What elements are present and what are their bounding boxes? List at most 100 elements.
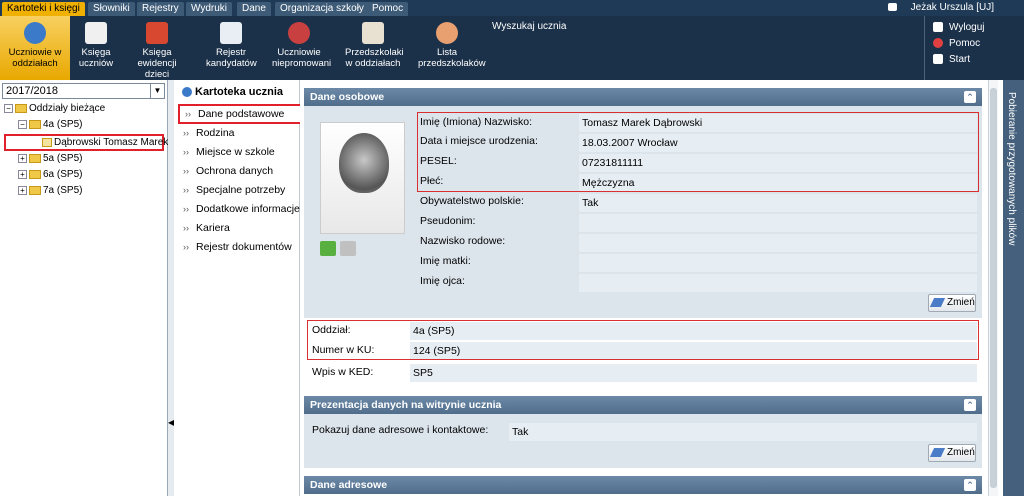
tree-class-5a[interactable]: +5a (SP5) (18, 152, 82, 166)
prezentacja-header: Prezentacja danych na witrynie ucznia ⌃ (304, 396, 982, 414)
student-down-icon (288, 22, 310, 44)
year-select[interactable]: 2017/2018 ▼ (2, 83, 165, 99)
ribbon-label: Przedszkolaki w oddziałach (345, 47, 404, 69)
chevron-down-icon[interactable]: ▼ (150, 84, 164, 98)
ribbon-lista-przedszkolakow[interactable]: Lista przedszkolaków (412, 16, 486, 80)
tree-class-6a[interactable]: +6a (SP5) (18, 168, 82, 182)
imie-matki-value (579, 254, 977, 272)
menu-tab-organizacja[interactable]: Organizacja szkoły (275, 2, 369, 16)
dane-osobowe-body: Imię (Imiona) Nazwisko: Tomasz Marek Dąb… (304, 106, 982, 390)
folder-open-icon (29, 119, 41, 129)
class-tree-panel: 2017/2018 ▼ − Oddziały bieżące −4a (SP5) D… (0, 80, 168, 496)
expand-icon[interactable]: + (18, 185, 27, 195)
tree-label: 4a (SP5) (43, 119, 83, 130)
search-student-label[interactable]: Wyszukaj ucznia (492, 21, 566, 32)
wpis-ked-value: SP5 (410, 364, 977, 382)
kartoteka-title-text: Kartoteka ucznia (195, 86, 284, 98)
ribbon-label: Księga ewidencji dzieci (137, 47, 177, 80)
wpis-ked-label: Wpis w KED: (312, 366, 374, 378)
ribbon-ksiega-ewidencji[interactable]: Księga ewidencji dzieci (122, 16, 192, 80)
tree-class-7a[interactable]: +7a (SP5) (18, 184, 82, 198)
imie-matki-label: Imię matki: (420, 255, 471, 267)
menu-tab-pomoc[interactable]: Pomoc (367, 2, 409, 16)
ribbon-label: Lista przedszkolaków (418, 47, 486, 69)
main-scrollbar[interactable] (988, 80, 998, 496)
tree-label: 5a (SP5) (43, 153, 83, 164)
edit-button[interactable]: Zmień (928, 294, 976, 312)
add-photo-icon[interactable] (320, 241, 336, 256)
menu-miejsce-w-szkole[interactable]: Miejsce w szkole (178, 143, 302, 161)
ribbon-uczniowie-niepromowani[interactable]: Uczniowie niepromowani (266, 16, 332, 80)
imie-ojca-value (579, 274, 977, 292)
files-sidebar[interactable]: Pobieranie przygotowanych plików (1003, 80, 1024, 496)
expand-icon[interactable]: + (18, 153, 27, 163)
start-label: Start (949, 54, 971, 65)
menu-rejestr-dokumentow[interactable]: Rejestr dokumentów (178, 238, 302, 256)
tree-class-4a[interactable]: − 4a (SP5) (18, 118, 82, 132)
menu-tab-slowniki[interactable]: Słowniki (88, 2, 135, 16)
tree-label: 7a (SP5) (43, 185, 83, 196)
panel-title: Prezentacja danych na witrynie ucznia (310, 399, 502, 411)
collapse-icon[interactable]: − (18, 119, 27, 129)
register-icon (220, 22, 242, 44)
collapse-icon[interactable]: − (4, 103, 13, 113)
menu-tab-kartoteki[interactable]: Kartoteki i księgi (2, 2, 85, 16)
pencil-icon (929, 298, 946, 307)
files-sidebar-label: Pobieranie przygotowanych plików (1006, 92, 1017, 246)
ribbon-label: Rejestr kandydatów (206, 47, 257, 69)
edit-label: Zmień (947, 297, 975, 308)
tree-student-selected[interactable]: Dąbrowski Tomasz Marek (4, 134, 168, 151)
student-card-icon (42, 137, 52, 147)
year-value: 2017/2018 (6, 85, 58, 97)
menu-kariera[interactable]: Kariera (178, 219, 302, 237)
nazwisko-rodowe-label: Nazwisko rodowe: (420, 235, 506, 247)
pseudonim-label: Pseudonim: (420, 215, 476, 227)
preschool-icon (362, 22, 384, 44)
student-photo (320, 122, 405, 234)
chat-icon[interactable] (887, 3, 897, 12)
ribbon-przedszkolaki-w-oddzialach[interactable]: Przedszkolaki w oddziałach (342, 16, 404, 80)
logout-label: Wyloguj (949, 22, 985, 33)
scroll-thumb[interactable] (990, 88, 997, 488)
kartoteka-title: Kartoteka ucznia (182, 86, 283, 98)
expand-icon[interactable]: + (18, 169, 27, 179)
logout-link[interactable]: Wyloguj (933, 22, 984, 33)
pokazuj-dane-value: Tak (509, 423, 977, 441)
ribbon-ksiega-uczniow[interactable]: Księga uczniów (70, 16, 122, 80)
menu-tab-dane[interactable]: Dane (237, 2, 271, 16)
student-card-menu: Kartoteka ucznia Dane podstawowe Rodzina… (174, 80, 302, 496)
tree-label: Dąbrowski Tomasz Marek (54, 137, 169, 148)
tree-label: Oddziały bieżące (29, 103, 106, 114)
menu-tab-rejestry[interactable]: Rejestry (137, 2, 184, 16)
collapse-icon[interactable]: ⌃ (964, 479, 976, 491)
folder-icon (29, 153, 41, 163)
dane-osobowe-header: Dane osobowe ⌃ (304, 88, 982, 106)
remove-photo-icon[interactable] (340, 241, 356, 256)
pencil-icon (929, 448, 946, 457)
user-label: Jeżak Urszula [UJ] (910, 2, 994, 13)
ribbon-rejestr-kandydatow[interactable]: Rejestr kandydatów (200, 16, 262, 80)
pokazuj-dane-label: Pokazuj dane adresowe i kontaktowe: (312, 424, 489, 436)
highlight-personal-data (417, 112, 979, 192)
help-link[interactable]: Pomoc (933, 38, 980, 49)
menu-dane-podstawowe[interactable]: Dane podstawowe (178, 104, 302, 124)
edit-button[interactable]: Zmień (928, 444, 976, 462)
obywatelstwo-label: Obywatelstwo polskie: (420, 195, 524, 207)
menu-specjalne-potrzeby[interactable]: Specjalne potrzeby (178, 181, 302, 199)
start-link[interactable]: Start (933, 54, 970, 65)
edit-label: Zmień (947, 447, 975, 458)
highlight-school-data (307, 320, 979, 360)
student-icon (24, 22, 46, 44)
menu-dodatkowe-informacje[interactable]: Dodatkowe informacje (178, 200, 302, 218)
ribbon-uczniowie-w-oddzialach[interactable]: Uczniowie w oddziałach (0, 16, 70, 80)
collapse-icon[interactable]: ⌃ (964, 91, 976, 103)
home-icon (933, 54, 943, 65)
tree-root[interactable]: − Oddziały bieżące (4, 102, 105, 116)
menu-tab-wydruki[interactable]: Wydruki (186, 2, 233, 16)
imie-ojca-label: Imię ojca: (420, 275, 465, 287)
folder-icon (29, 185, 41, 195)
collapse-icon[interactable]: ⌃ (964, 399, 976, 411)
menu-ochrona-danych[interactable]: Ochrona danych (178, 162, 302, 180)
top-menu-bar: Kartoteki i księgi Słowniki Rejestry Wyd… (0, 0, 1024, 16)
menu-rodzina[interactable]: Rodzina (178, 124, 302, 142)
